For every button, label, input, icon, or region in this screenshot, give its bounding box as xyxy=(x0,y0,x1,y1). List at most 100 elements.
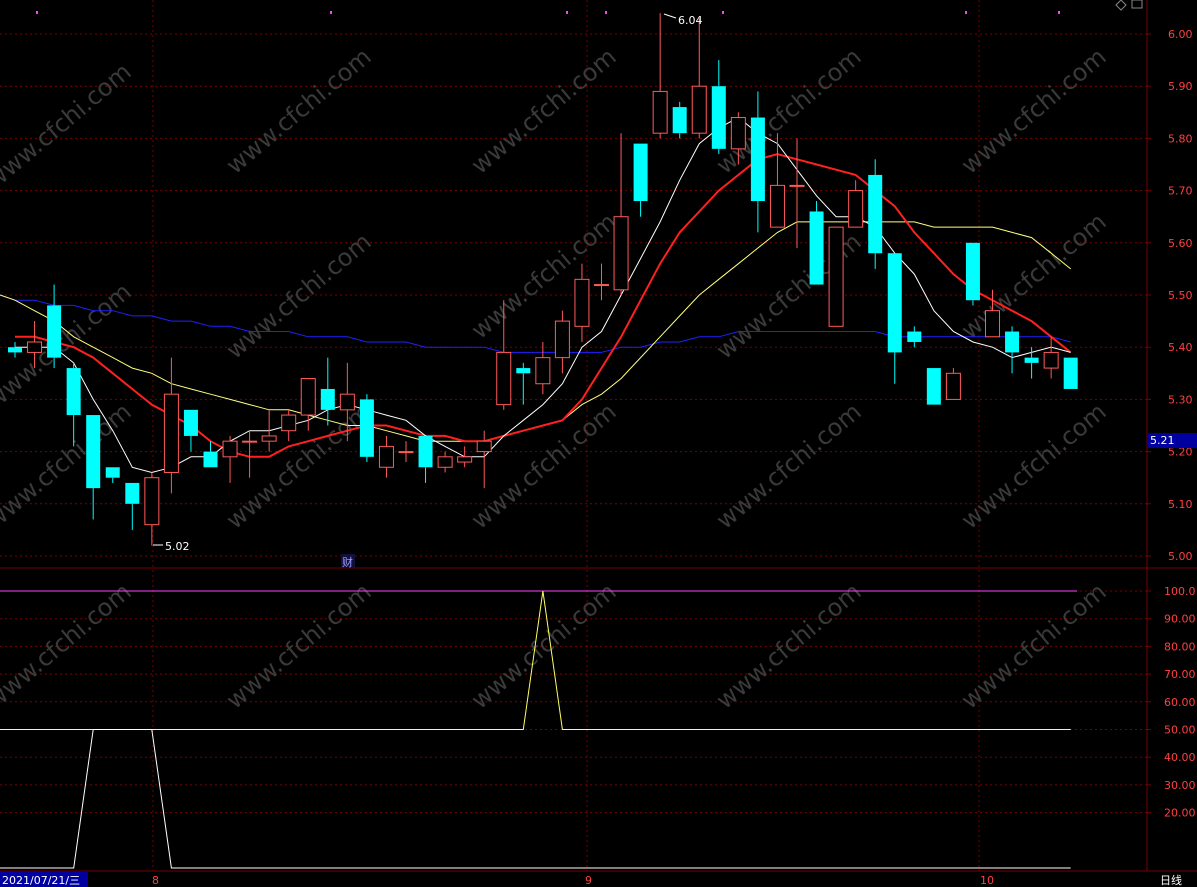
candle-body-up xyxy=(144,477,160,526)
watermark-text: www.cfchi.com xyxy=(221,577,377,714)
indicator-tick-label: 100.0 xyxy=(1164,585,1196,598)
candle-body-up xyxy=(242,440,258,443)
price-tick-label: 5.60 xyxy=(1168,237,1193,250)
candle xyxy=(203,441,218,468)
price-tick-label: 5.40 xyxy=(1168,341,1193,354)
top-marker xyxy=(36,11,38,14)
top-marker xyxy=(965,11,967,14)
indicator-tick-label: 80.00 xyxy=(1164,640,1196,653)
candle xyxy=(8,341,22,358)
diamond-icon[interactable] xyxy=(1115,0,1127,11)
high-annotation: 6.04 xyxy=(663,13,703,27)
candle-body-down xyxy=(1005,331,1020,353)
watermark-text: www.cfchi.com xyxy=(221,397,377,534)
candle-body-up xyxy=(437,456,453,468)
candle xyxy=(1043,336,1059,379)
watermark-text: www.cfchi.com xyxy=(221,42,377,179)
candle xyxy=(418,435,433,483)
candle xyxy=(828,226,844,327)
candle-body-down xyxy=(750,117,765,202)
candle-body-up xyxy=(789,184,805,187)
candle xyxy=(887,253,902,384)
candle-body-down xyxy=(125,482,140,504)
candle-body-down xyxy=(809,211,824,285)
candle xyxy=(86,415,101,520)
candle-body-up xyxy=(730,117,746,150)
candle xyxy=(398,441,414,463)
window-icon[interactable] xyxy=(1131,0,1143,9)
candle xyxy=(809,201,824,285)
candle xyxy=(281,409,297,442)
candle xyxy=(926,368,941,405)
candle xyxy=(47,284,62,369)
candle xyxy=(769,133,785,228)
candle-body-down xyxy=(320,388,335,410)
candle xyxy=(652,13,668,139)
candle-body-up xyxy=(1043,351,1059,369)
candle-body-down xyxy=(711,86,726,149)
candle xyxy=(378,435,394,478)
top-marker xyxy=(330,11,332,14)
candle-body-down xyxy=(1024,357,1039,363)
candle-body-up xyxy=(300,378,316,416)
candle-body-up xyxy=(535,357,551,385)
price-tick-label: 5.50 xyxy=(1168,289,1193,302)
candle xyxy=(633,143,648,217)
watermarks: www.cfchi.com www.cfchi.com www.cfchi.com w… xyxy=(0,42,1112,714)
stock-chart[interactable]: www.cfchi.com www.cfchi.com www.cfchi.com w… xyxy=(0,0,1197,887)
candle-body-down xyxy=(633,143,648,202)
candle xyxy=(183,409,198,452)
watermark-text: www.cfchi.com xyxy=(466,42,622,179)
month-label-9: 9 xyxy=(585,874,592,887)
candle-body-up xyxy=(554,320,570,359)
candle xyxy=(222,435,238,483)
candle-body-up xyxy=(476,440,492,453)
candle-body-down xyxy=(907,331,922,342)
candle-body-up xyxy=(945,372,961,400)
finance-marker[interactable]: 财 xyxy=(341,554,355,569)
date-bar: 2021/07/21/三 8 9 10 日线 xyxy=(0,870,1197,887)
ma60-line xyxy=(0,294,1071,353)
candle xyxy=(1024,347,1039,379)
candle xyxy=(672,101,687,139)
candle-body-up xyxy=(848,190,864,228)
candle-body-up xyxy=(261,435,277,442)
candle xyxy=(613,133,629,295)
candle-body-down xyxy=(203,451,218,468)
low-annotation: 5.02 xyxy=(153,540,190,553)
candle-body-up xyxy=(652,90,668,134)
candle-body-up xyxy=(828,226,844,327)
watermark-text: www.cfchi.com xyxy=(711,577,867,714)
candle-body-up xyxy=(985,310,1000,338)
candle-body-down xyxy=(926,368,941,405)
price-tick-label: 5.10 xyxy=(1168,498,1193,511)
candle xyxy=(457,446,473,468)
month-label-8: 8 xyxy=(152,874,159,887)
candle-body-up xyxy=(457,456,473,463)
candle-body-up xyxy=(281,414,297,432)
candle-body-down xyxy=(183,409,198,436)
candle xyxy=(144,472,160,546)
candle xyxy=(691,18,707,139)
candle xyxy=(965,242,980,306)
candle-body-down xyxy=(516,368,531,374)
candle-body-down xyxy=(868,174,883,254)
candle xyxy=(320,357,335,426)
price-tick-label: 5.00 xyxy=(1168,550,1193,563)
top-marker xyxy=(566,11,568,14)
price-tick-label: 5.90 xyxy=(1168,80,1193,93)
price-tick-label: 6.00 xyxy=(1168,28,1193,41)
current-price-tag: 5.21 xyxy=(1148,433,1197,448)
low-price-label: 5.02 xyxy=(165,540,190,553)
candle xyxy=(711,60,726,155)
price-axis: 6.005.905.805.705.605.505.405.305.205.10… xyxy=(1147,28,1193,563)
finance-marker-label: 财 xyxy=(342,555,353,569)
candle-body-up xyxy=(222,440,238,458)
high-price-label: 6.04 xyxy=(678,14,703,27)
candle-body-up xyxy=(613,216,629,291)
candle-body-up xyxy=(398,451,414,454)
indicator-white-line xyxy=(0,729,1071,869)
candle-body-down xyxy=(1063,357,1078,389)
candle-body-down xyxy=(105,467,120,478)
period-label[interactable]: 日线 xyxy=(1160,873,1182,887)
